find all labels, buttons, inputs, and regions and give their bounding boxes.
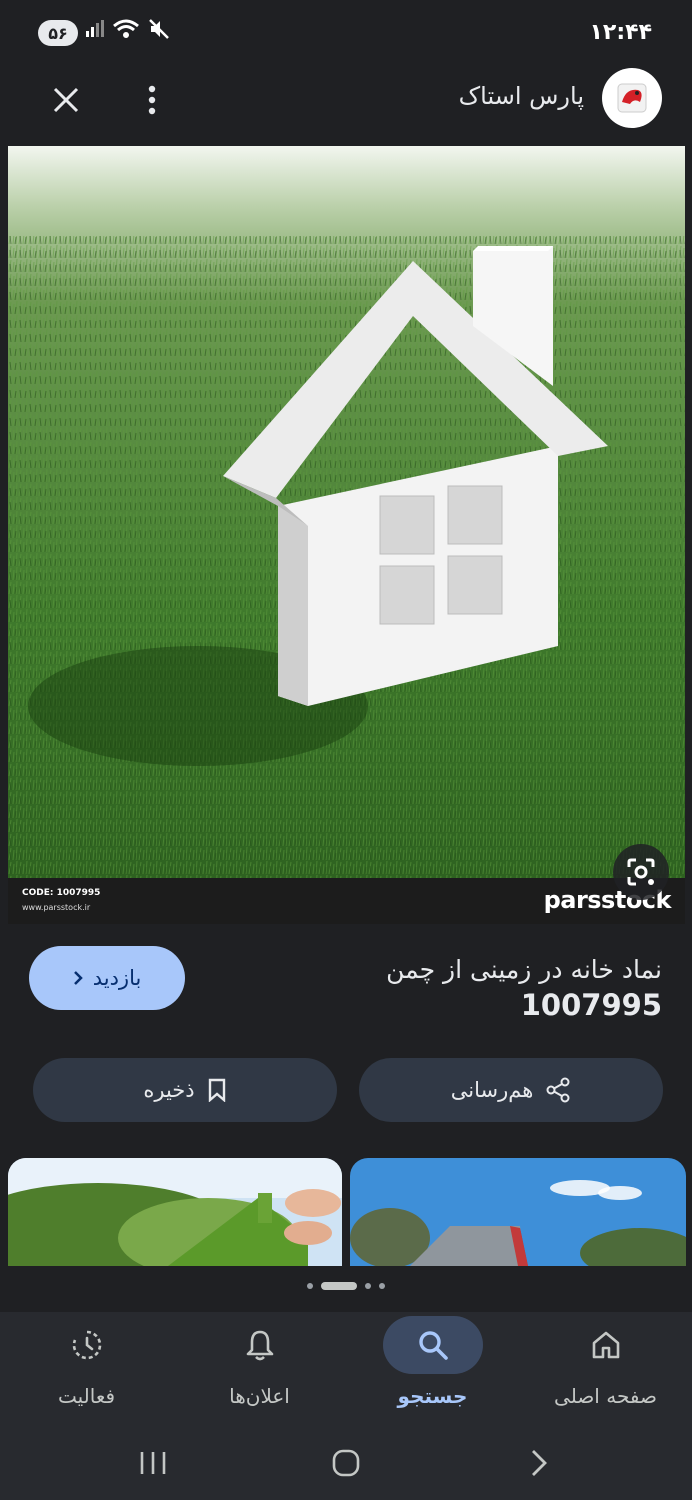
site-name[interactable]: پارس استاک: [459, 82, 584, 110]
pager-dot-active[interactable]: [321, 1282, 357, 1290]
lens-button[interactable]: [613, 844, 669, 900]
nav-activity-label: فعالیت: [57, 1384, 116, 1408]
bookmark-icon: [208, 1078, 225, 1102]
status-bar: ۵۶ ۱۲:۴۴: [0, 0, 692, 64]
pager-dot[interactable]: [365, 1283, 371, 1289]
back-button[interactable]: [514, 1438, 564, 1488]
bottom-navigation: صفحه اصلی جستجو اعلان‌ها فعالیت: [0, 1312, 692, 1426]
share-button[interactable]: هم‌رسانی: [359, 1058, 663, 1122]
result-title: نماد خانه در زمینی از چمن: [386, 955, 662, 984]
more-options-button[interactable]: [134, 78, 170, 122]
nav-search[interactable]: جستجو: [346, 1312, 519, 1426]
nav-notifications[interactable]: اعلان‌ها: [173, 1312, 346, 1426]
nav-search-label: جستجو: [397, 1384, 468, 1408]
close-icon: [53, 87, 79, 113]
home-icon: [556, 1316, 656, 1374]
wifi-icon: [112, 18, 140, 44]
status-icons: [86, 18, 170, 44]
chevron-right-icon: [73, 971, 83, 985]
clock: ۱۲:۴۴: [589, 20, 652, 45]
save-button[interactable]: ذخیره: [33, 1058, 337, 1122]
site-logo[interactable]: [602, 68, 662, 128]
activity-icon: [37, 1316, 137, 1374]
header: پارس استاک: [0, 64, 692, 142]
pager-dot[interactable]: [379, 1283, 385, 1289]
nav-home-label: صفحه اصلی: [554, 1384, 657, 1408]
recent-apps-icon: [140, 1452, 166, 1474]
share-icon: [546, 1077, 570, 1103]
lens-icon: [627, 858, 655, 886]
related-image-thumbnail[interactable]: [350, 1158, 686, 1266]
main-image[interactable]: CODE: 1007995 www.parsstock.ir parsstock: [8, 146, 685, 924]
nav-notifications-label: اعلان‌ها: [229, 1384, 290, 1408]
nav-activity[interactable]: فعالیت: [0, 1312, 173, 1426]
share-label: هم‌رسانی: [450, 1078, 534, 1102]
more-vert-icon: [148, 85, 156, 115]
pager-dot[interactable]: [307, 1283, 313, 1289]
image-code-text: CODE: 1007995: [22, 888, 101, 898]
result-code: 1007995: [520, 988, 662, 1022]
recent-apps-button[interactable]: [128, 1438, 178, 1488]
system-navigation-bar: [0, 1426, 692, 1500]
chevron-right-icon: [532, 1450, 547, 1476]
home-system-button[interactable]: [321, 1438, 371, 1488]
visit-label: بازدید: [92, 966, 142, 990]
related-image-thumbnail[interactable]: [8, 1158, 342, 1266]
nav-home[interactable]: صفحه اصلی: [519, 1312, 692, 1426]
notification-count-badge: ۵۶: [38, 20, 78, 46]
site-logo-icon: [617, 83, 647, 113]
search-icon: [382, 1316, 483, 1374]
image-url-text: www.parsstock.ir: [22, 903, 91, 912]
bell-icon: [210, 1316, 310, 1374]
close-button[interactable]: [44, 78, 88, 122]
home-system-icon: [332, 1449, 360, 1477]
carousel-pager: [0, 1282, 692, 1290]
visit-button[interactable]: بازدید: [29, 946, 185, 1010]
save-label: ذخیره: [143, 1078, 195, 1102]
signal-icon: [86, 19, 104, 43]
mute-icon: [148, 18, 170, 44]
